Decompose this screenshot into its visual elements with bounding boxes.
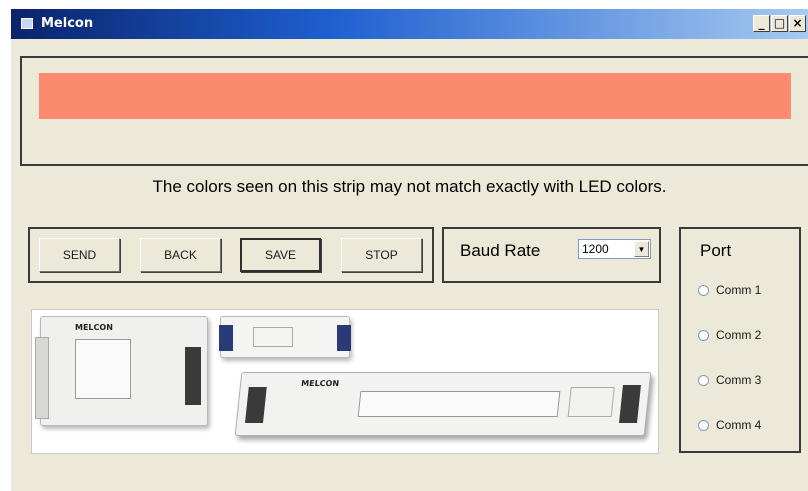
product-brand-label: MELCON [75,323,113,332]
product-wiring-diagram [567,387,615,417]
send-button[interactable]: SEND [39,238,120,272]
port-option-label: Comm 1 [716,283,762,297]
product-driver-small [219,316,351,358]
product-label-table [75,339,131,399]
product-end-cap-right [337,325,351,351]
chevron-down-icon[interactable]: ▼ [634,241,649,257]
title-bar[interactable]: Melcon _ □ × [11,9,808,39]
back-button[interactable]: BACK [140,238,221,272]
port-title: Port [700,241,732,260]
window-title: Melcon [41,16,94,31]
product-driver-long: MELCON [234,372,652,436]
radio-button[interactable] [698,420,709,431]
port-option-label: Comm 3 [716,373,762,387]
port-option-label: Comm 2 [716,328,762,342]
maximize-button[interactable]: □ [771,15,788,32]
product-label-table [357,391,561,417]
product-end-cap-left [219,325,233,351]
product-brand-label-2: MELCON [300,379,340,388]
save-button[interactable]: SAVE [240,238,321,272]
close-button[interactable]: × [789,15,806,32]
product-terminal-block [185,347,201,405]
product-side-tab [35,337,49,419]
baud-rate-select[interactable]: 1200 ▼ [578,239,651,259]
product-terminal-right [619,385,641,423]
product-terminal-left [245,387,267,423]
stop-button[interactable]: STOP [341,238,422,272]
app-icon [21,18,33,29]
color-strip [39,73,791,119]
product-driver-square: MELCON [35,316,208,426]
product-label-table [253,327,293,347]
radio-button[interactable] [698,330,709,341]
minimize-button[interactable]: _ [753,15,770,32]
app-window: Melcon _ □ × The colors seen on this str… [11,9,808,491]
port-option-label: Comm 4 [716,418,762,432]
radio-button[interactable] [698,285,709,296]
baud-rate-label: Baud Rate [460,241,541,260]
baud-rate-value: 1200 [582,242,609,256]
radio-button[interactable] [698,375,709,386]
color-notice: The colors seen on this strip may not ma… [152,177,667,196]
product-photo: MELCON MELCON [31,309,659,454]
